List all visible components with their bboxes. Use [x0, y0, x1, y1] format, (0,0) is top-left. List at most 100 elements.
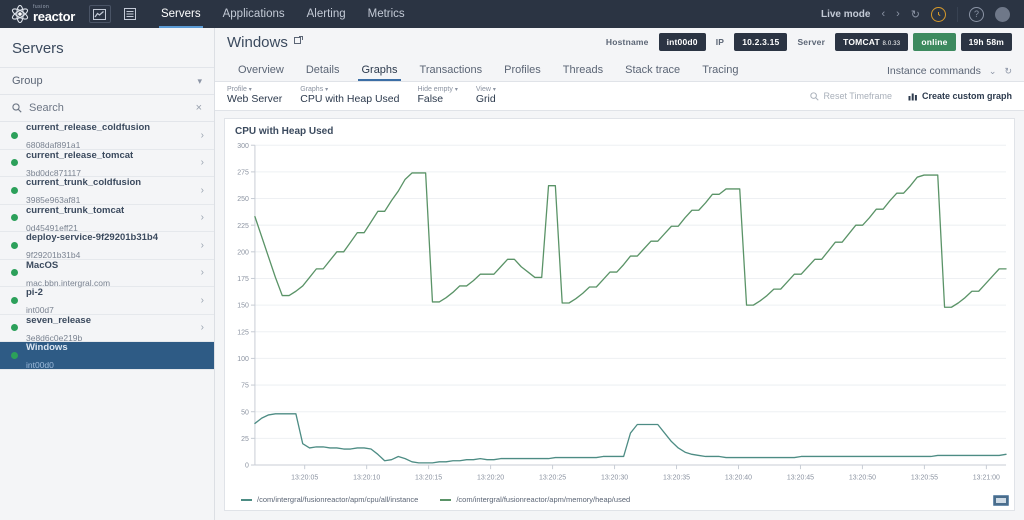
reset-timeframe-label: Reset Timeframe	[823, 91, 892, 101]
search-input[interactable]: Search ×	[0, 95, 214, 122]
tab-threads[interactable]: Threads	[552, 64, 614, 81]
svg-text:75: 75	[241, 382, 249, 390]
tab-profiles[interactable]: Profiles	[493, 64, 552, 81]
svg-text:150: 150	[237, 302, 249, 310]
chevron-down-icon: ▾	[197, 75, 202, 86]
clear-search-icon[interactable]: ×	[196, 102, 202, 114]
list-view-icon-button[interactable]	[119, 5, 141, 23]
profile-value: Web Server	[227, 93, 283, 106]
tab-transactions[interactable]: Transactions	[409, 64, 494, 81]
tab-graphs[interactable]: Graphs	[350, 64, 408, 81]
chevron-right-icon: ›	[200, 267, 204, 279]
refresh-icon[interactable]: ↻	[1004, 66, 1012, 77]
svg-text:275: 275	[237, 168, 249, 176]
legend-item-cpu[interactable]: /com/intergral/fusionreactor/apm/cpu/all…	[241, 495, 418, 504]
divider	[957, 6, 958, 22]
caret-down-icon: ▾	[248, 86, 252, 93]
chart-area: CPU with Heap Used 0 25 50 75 100 125 150 175 20…	[215, 111, 1024, 520]
next-arrow-icon[interactable]: ›	[896, 8, 900, 20]
svg-text:13:21:00: 13:21:00	[973, 473, 1000, 481]
svg-text:13:20:55: 13:20:55	[911, 473, 938, 481]
tab-tracing[interactable]: Tracing	[691, 64, 749, 81]
sidebar-item-windows[interactable]: Windows int00d0	[0, 342, 214, 370]
chevron-down-icon[interactable]: ⌄	[989, 66, 997, 77]
search-icon	[12, 103, 22, 113]
svg-text:13:20:05: 13:20:05	[291, 473, 318, 481]
hide-empty-selector[interactable]: Hide empty ▾ False	[417, 86, 475, 107]
nav-link-applications[interactable]: Applications	[223, 0, 285, 28]
chart-title: CPU with Heap Used	[235, 126, 334, 137]
instance-info-chips: Hostname int00d0 IP 10.2.3.15 Server TOM…	[601, 33, 1012, 51]
refresh-icon[interactable]: ↻	[911, 8, 920, 21]
external-link-icon[interactable]	[293, 36, 303, 48]
legend-item-heap[interactable]: /com/intergral/fusionreactor/apm/memory/…	[440, 495, 630, 504]
chevron-right-icon: ›	[200, 157, 204, 169]
help-icon[interactable]: ?	[969, 6, 984, 22]
server-version: 8.0.33	[882, 41, 901, 47]
svg-text:13:20:10: 13:20:10	[353, 473, 380, 481]
svg-text:50: 50	[241, 408, 249, 416]
nav-link-alerting[interactable]: Alerting	[307, 0, 346, 28]
legend-label: /com/intergral/fusionreactor/apm/cpu/all…	[257, 495, 419, 504]
status-dot-icon	[11, 241, 18, 249]
tab-stack-trace[interactable]: Stack trace	[614, 64, 691, 81]
status-dot-icon	[11, 351, 18, 359]
chevron-right-icon: ›	[200, 239, 204, 251]
search-icon	[810, 91, 820, 101]
graph-view-icon-button[interactable]	[88, 5, 111, 23]
search-placeholder: Search	[29, 102, 64, 114]
chevron-right-icon: ›	[200, 294, 204, 306]
svg-text:13:20:15: 13:20:15	[415, 473, 442, 481]
svg-text:13:20:40: 13:20:40	[725, 473, 752, 481]
view-label: View	[475, 85, 491, 93]
expand-icon	[996, 498, 1006, 503]
graphs-selector[interactable]: Graphs ▾ CPU with Heap Used	[300, 86, 417, 107]
svg-text:13:20:45: 13:20:45	[787, 473, 814, 481]
main-content: Windows Hostname int00d0 IP 10.2.3.15 Se…	[215, 28, 1024, 520]
profile-label: Profile	[227, 85, 247, 93]
fusionreactor-logo[interactable]: fusion reactor	[10, 4, 75, 24]
expand-chart-button[interactable]	[993, 495, 1009, 506]
graph-toolbar: Profile ▾ Web Server Graphs ▾ CPU with H…	[215, 81, 1024, 111]
caret-down-icon: ▾	[325, 86, 329, 93]
status-dot-icon	[11, 186, 18, 194]
tab-details[interactable]: Details	[295, 64, 351, 81]
server-name: current_release_tomcat	[26, 149, 134, 161]
group-filter-dropdown[interactable]: Group ▾	[0, 67, 214, 95]
nav-link-servers[interactable]: Servers	[159, 0, 203, 28]
status-dot-icon	[11, 269, 18, 277]
top-navigation-bar: fusion reactor Servers Applications Aler…	[0, 0, 1024, 28]
svg-text:0: 0	[245, 461, 249, 469]
hostname-value: int00d0	[658, 33, 706, 51]
nav-link-metrics[interactable]: Metrics	[368, 0, 405, 28]
svg-text:100: 100	[237, 355, 249, 363]
svg-text:125: 125	[237, 328, 249, 336]
server-label: Server	[797, 37, 826, 47]
hide-empty-label: Hide empty	[417, 85, 453, 93]
create-custom-graph-button[interactable]: Create custom graph	[908, 91, 1012, 101]
graphs-label: Graphs	[300, 85, 324, 93]
svg-text:13:20:30: 13:20:30	[601, 473, 628, 481]
chart-plot[interactable]: 0 25 50 75 100 125 150 175 200 225 250 275 300 13:20:…	[225, 139, 1014, 492]
logo-mark-icon	[10, 4, 30, 24]
instance-commands-label[interactable]: Instance commands	[887, 65, 981, 77]
server-name: deploy-service-9f29201b31b4	[26, 232, 159, 244]
avatar[interactable]	[995, 6, 1010, 22]
server-name: seven_release	[26, 314, 91, 326]
prev-arrow-icon[interactable]: ‹	[881, 8, 885, 20]
profile-selector[interactable]: Profile ▾ Web Server	[227, 86, 300, 107]
legend-label: /com/intergral/fusionreactor/apm/memory/…	[456, 495, 631, 504]
clock-icon[interactable]	[931, 6, 946, 22]
status-dot-icon	[11, 131, 18, 139]
tab-overview[interactable]: Overview	[227, 64, 295, 81]
logo-reactor-text: reactor	[33, 9, 75, 24]
view-value: Grid	[475, 93, 496, 106]
svg-text:225: 225	[237, 222, 249, 230]
svg-text:13:20:35: 13:20:35	[663, 473, 690, 481]
live-mode-label[interactable]: Live mode	[821, 9, 870, 20]
svg-text:25: 25	[241, 435, 249, 443]
svg-text:200: 200	[237, 248, 249, 256]
reset-timeframe-button[interactable]: Reset Timeframe	[810, 91, 892, 101]
view-selector[interactable]: View ▾ Grid	[476, 86, 514, 107]
graphs-value: CPU with Heap Used	[300, 93, 400, 106]
